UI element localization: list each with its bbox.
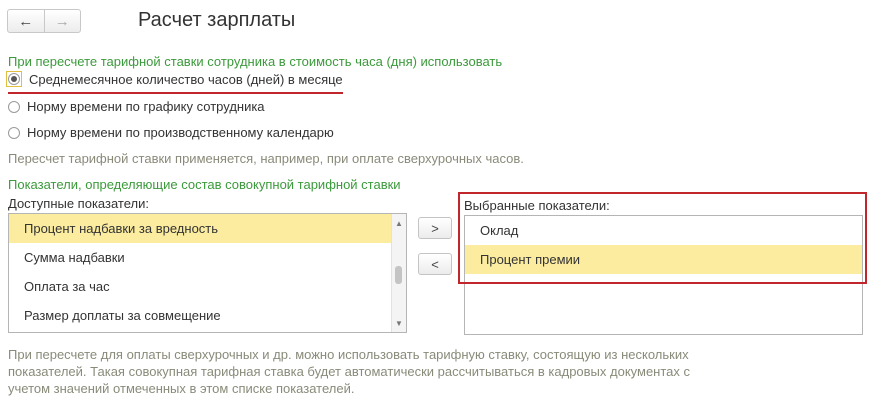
list-item[interactable]: Сумма надбавки — [9, 243, 406, 272]
scroll-down-icon[interactable]: ▼ — [392, 316, 406, 330]
highlight-underline — [8, 92, 343, 94]
radio-button[interactable] — [8, 126, 20, 139]
add-indicator-button[interactable]: > — [418, 217, 452, 239]
radio-focus-frame — [6, 71, 22, 87]
radio-option-avg-hours[interactable]: Среднемесячное количество часов (дней) в… — [6, 71, 343, 87]
available-indicators-list[interactable]: Процент надбавки за вредность Сумма надб… — [8, 213, 407, 333]
scroll-thumb[interactable] — [395, 266, 402, 284]
list-item[interactable]: Процент надбавки за вредность — [9, 214, 391, 243]
footer-hint-line: При пересчете для оплаты сверхурочных и … — [8, 347, 689, 362]
radio-label: Норму времени по производственному кален… — [27, 125, 334, 140]
navigation-group: ← → — [7, 9, 81, 33]
recalc-hint: Пересчет тарифной ставки применяется, на… — [8, 151, 524, 166]
radio-button[interactable] — [8, 100, 20, 113]
remove-indicator-button[interactable]: < — [418, 253, 452, 275]
indicators-heading: Показатели, определяющие состав совокупн… — [8, 177, 401, 192]
highlight-frame — [458, 192, 867, 284]
hour-cost-heading: При пересчете тарифной ставки сотрудника… — [8, 54, 503, 69]
list-scrollbar[interactable]: ▲ ▼ — [391, 214, 406, 332]
arrow-left-icon: ← — [18, 12, 34, 30]
radio-option-employee-schedule[interactable]: Норму времени по графику сотрудника — [8, 99, 265, 114]
footer-hint: При пересчете для оплаты сверхурочных и … — [8, 346, 690, 397]
footer-hint-line: показателей. Такая совокупная тарифная с… — [8, 364, 691, 379]
arrow-right-icon: → — [54, 12, 70, 30]
radio-label: Среднемесячное количество часов (дней) в… — [29, 71, 343, 87]
scroll-up-icon[interactable]: ▲ — [392, 216, 406, 230]
page-title: Расчет зарплаты — [138, 9, 296, 31]
radio-option-production-calendar[interactable]: Норму времени по производственному кален… — [8, 125, 334, 140]
list-item[interactable]: Оплата за час — [9, 272, 406, 301]
back-button[interactable]: ← — [8, 10, 44, 32]
footer-hint-line: учетом значений отмеченных в этом списке… — [8, 381, 355, 396]
available-indicators-label: Доступные показатели: — [8, 196, 149, 211]
radio-button-selected[interactable] — [8, 73, 20, 85]
radio-label: Норму времени по графику сотрудника — [27, 99, 265, 114]
list-item[interactable]: Размер доплаты за совмещение — [9, 301, 406, 330]
forward-button[interactable]: → — [43, 10, 81, 32]
